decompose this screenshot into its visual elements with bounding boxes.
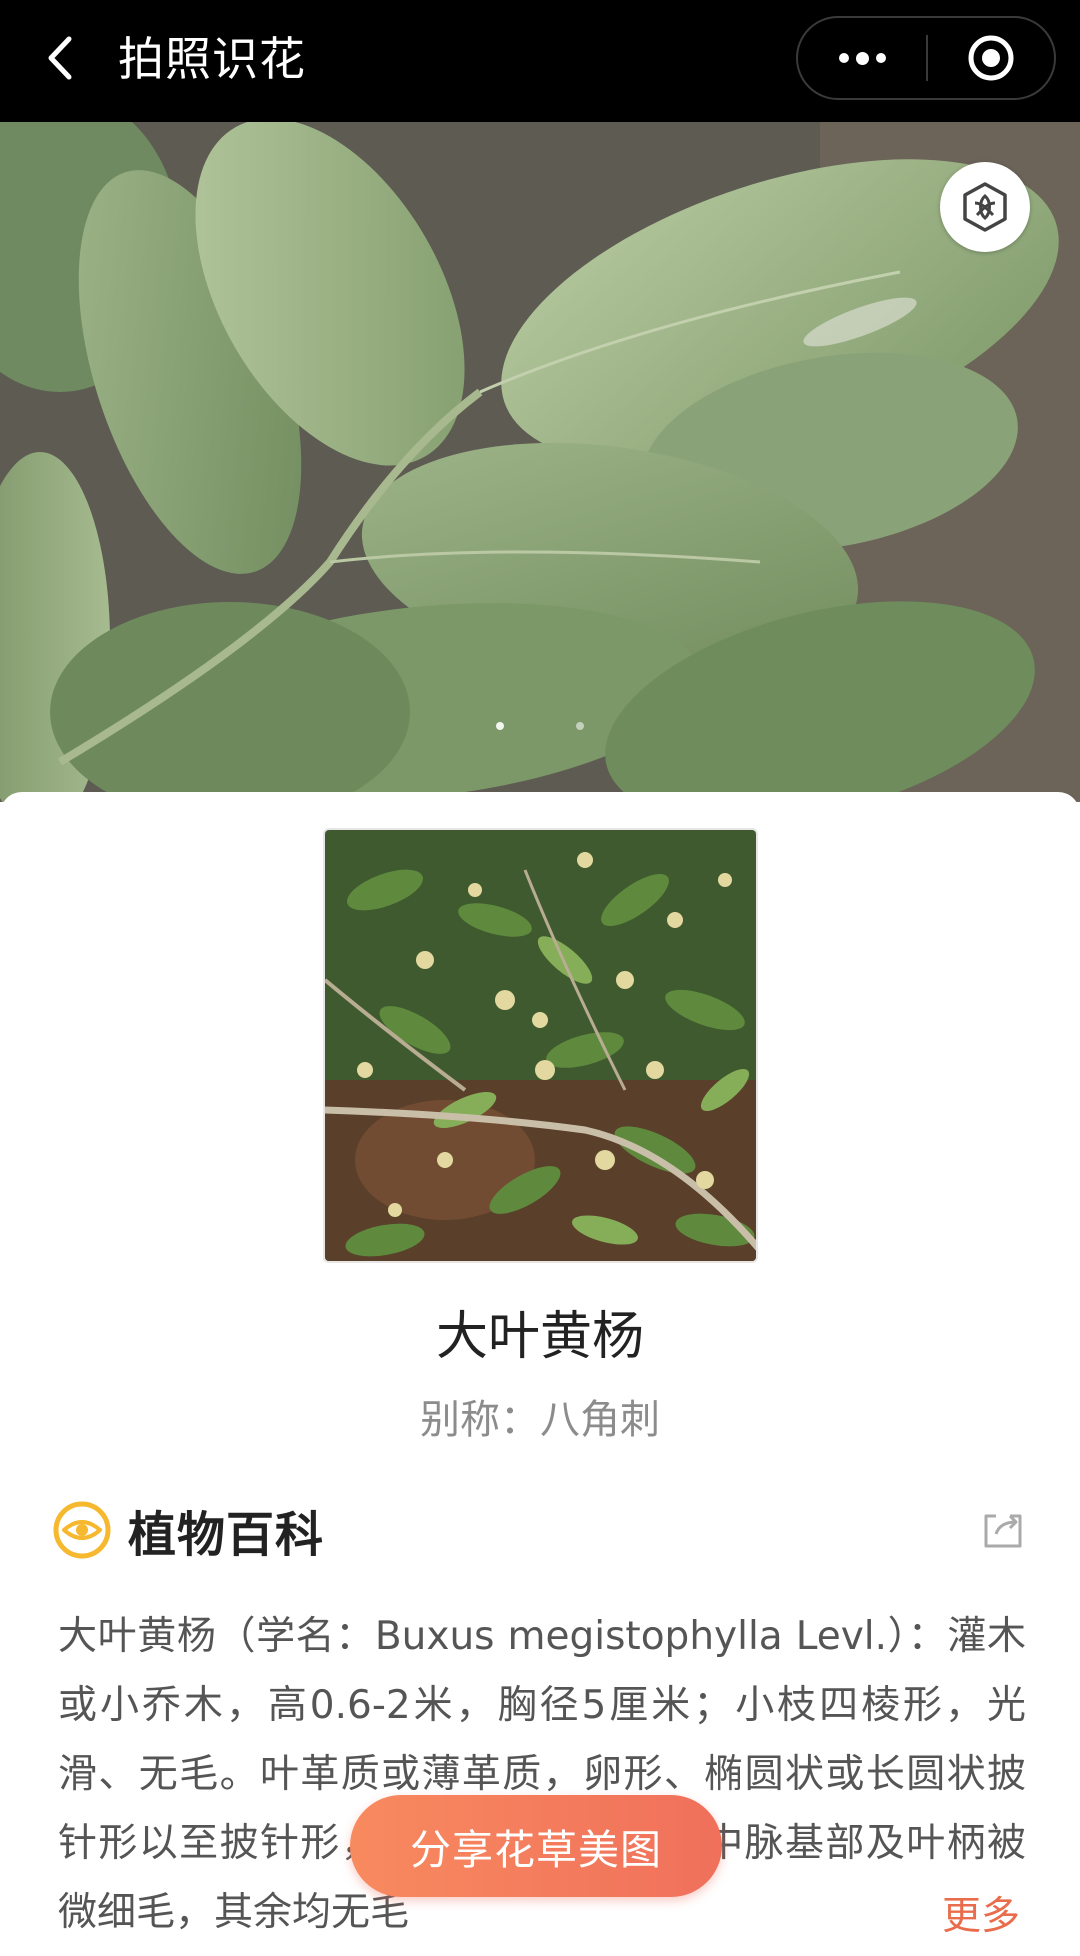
section-title: 植物百科 bbox=[128, 1507, 325, 1563]
plant-alias: 别称：八角刺 bbox=[0, 1392, 1080, 1448]
description-fade bbox=[860, 1882, 940, 1952]
hero-photo-carousel[interactable] bbox=[0, 122, 1080, 802]
flower-hexagon-icon bbox=[963, 182, 1007, 232]
app-title: 拍照识花 bbox=[118, 32, 306, 86]
alias-label: 别称： bbox=[420, 1397, 540, 1443]
share-flower-pictures-button[interactable]: 分享花草美图 bbox=[350, 1795, 722, 1897]
carousel-dot[interactable] bbox=[576, 722, 584, 730]
top-navigation-bar: 拍照识花 bbox=[0, 0, 1080, 122]
share-icon[interactable] bbox=[980, 1508, 1026, 1554]
plant-flower-photo bbox=[325, 830, 756, 1261]
more-button[interactable] bbox=[798, 18, 926, 98]
more-link[interactable]: 更多 bbox=[938, 1884, 1021, 1950]
plant-thumbnail[interactable] bbox=[323, 828, 758, 1263]
encyclopedia-section-header: 植物百科 bbox=[52, 1497, 324, 1563]
leaf-photo bbox=[0, 122, 1080, 802]
chevron-left-icon bbox=[48, 36, 72, 80]
eye-icon bbox=[52, 1500, 112, 1560]
mini-program-capsule bbox=[796, 16, 1056, 100]
carousel-dot-active[interactable] bbox=[496, 722, 504, 730]
alias-value: 八角刺 bbox=[540, 1397, 660, 1443]
plant-name: 大叶黄杨 bbox=[435, 1307, 644, 1367]
carousel-indicator bbox=[0, 722, 1080, 738]
ellipsis-icon bbox=[838, 53, 849, 63]
target-circle-icon bbox=[968, 35, 1014, 81]
flower-recognition-badge[interactable] bbox=[940, 162, 1030, 252]
close-button[interactable] bbox=[928, 18, 1054, 98]
back-button[interactable] bbox=[38, 26, 82, 90]
plant-detail-card: 大叶黄杨 别称：八角刺 植物百科 大叶黄杨（学名：Buxus megistoph… bbox=[0, 792, 1080, 1956]
